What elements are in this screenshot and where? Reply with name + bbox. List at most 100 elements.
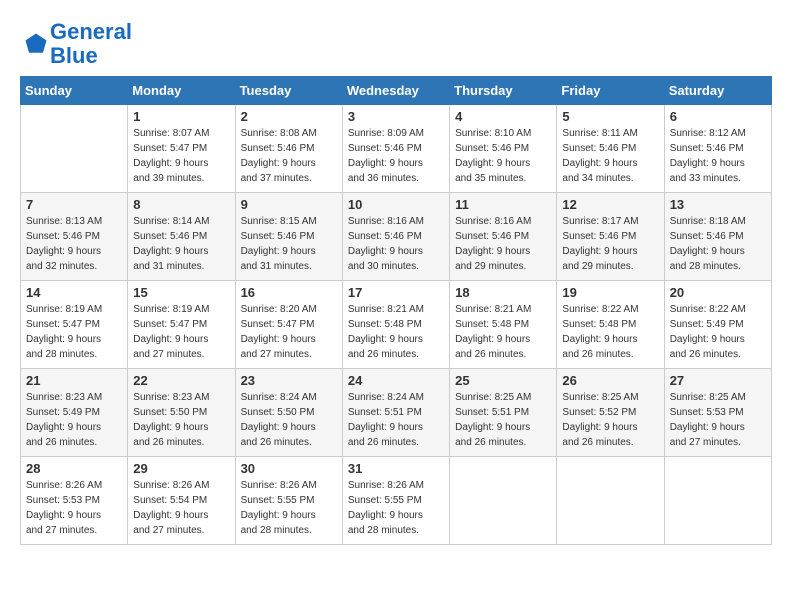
day-info: Sunrise: 8:26 AM Sunset: 5:53 PM Dayligh…: [26, 478, 122, 538]
day-info: Sunrise: 8:20 AM Sunset: 5:47 PM Dayligh…: [241, 302, 337, 362]
day-info: Sunrise: 8:15 AM Sunset: 5:46 PM Dayligh…: [241, 214, 337, 274]
day-info: Sunrise: 8:19 AM Sunset: 5:47 PM Dayligh…: [26, 302, 122, 362]
day-info: Sunrise: 8:26 AM Sunset: 5:54 PM Dayligh…: [133, 478, 229, 538]
calendar-cell: 17Sunrise: 8:21 AM Sunset: 5:48 PM Dayli…: [342, 281, 449, 369]
calendar-cell: 31 Sunrise: 8:26 AM Sunset: 5:55 PM Dayli…: [342, 457, 449, 545]
calendar-cell: 14Sunrise: 8:19 AM Sunset: 5:47 PM Dayli…: [21, 281, 128, 369]
weekday-header-saturday: Saturday: [664, 77, 771, 105]
calendar-cell: 12 Sunrise: 8:17 AM Sunset: 5:46 PM Dayli…: [557, 193, 664, 281]
day-number: 13: [670, 197, 766, 212]
calendar-cell: 3 Sunrise: 8:09 AM Sunset: 5:46 PM Daylig…: [342, 105, 449, 193]
calendar-cell: 29 Sunrise: 8:26 AM Sunset: 5:54 PM Dayli…: [128, 457, 235, 545]
day-number: 19: [562, 285, 658, 300]
weekday-header-tuesday: Tuesday: [235, 77, 342, 105]
day-number: 30: [241, 461, 337, 476]
day-number: 12: [562, 197, 658, 212]
day-number: 16: [241, 285, 337, 300]
day-info: Sunrise: 8:24 AM Sunset: 5:50 PM Dayligh…: [241, 390, 337, 450]
day-number: 22: [133, 373, 229, 388]
day-info: Sunrise: 8:07 AM Sunset: 5:47 PM Dayligh…: [133, 126, 229, 186]
day-number: 5: [562, 109, 658, 124]
calendar-table: SundayMondayTuesdayWednesdayThursdayFrid…: [20, 76, 772, 545]
calendar-cell: 9 Sunrise: 8:15 AM Sunset: 5:46 PM Daylig…: [235, 193, 342, 281]
weekday-header-thursday: Thursday: [450, 77, 557, 105]
day-info: Sunrise: 8:24 AM Sunset: 5:51 PM Dayligh…: [348, 390, 444, 450]
calendar-cell: [664, 457, 771, 545]
day-info: Sunrise: 8:25 AM Sunset: 5:52 PM Dayligh…: [562, 390, 658, 450]
day-info: Sunrise: 8:19 AM Sunset: 5:47 PM Dayligh…: [133, 302, 229, 362]
day-number: 7: [26, 197, 122, 212]
calendar-week-row: 14Sunrise: 8:19 AM Sunset: 5:47 PM Dayli…: [21, 281, 772, 369]
day-info: Sunrise: 8:26 AM Sunset: 5:55 PM Dayligh…: [348, 478, 444, 538]
day-number: 21: [26, 373, 122, 388]
calendar-cell: [557, 457, 664, 545]
weekday-header-monday: Monday: [128, 77, 235, 105]
day-info: Sunrise: 8:16 AM Sunset: 5:46 PM Dayligh…: [455, 214, 551, 274]
logo-text: General Blue: [50, 20, 132, 68]
day-info: Sunrise: 8:25 AM Sunset: 5:51 PM Dayligh…: [455, 390, 551, 450]
day-info: Sunrise: 8:23 AM Sunset: 5:49 PM Dayligh…: [26, 390, 122, 450]
day-number: 4: [455, 109, 551, 124]
calendar-cell: 22 Sunrise: 8:23 AM Sunset: 5:50 PM Dayli…: [128, 369, 235, 457]
logo-blue: Blue: [50, 43, 98, 68]
calendar-cell: 8 Sunrise: 8:14 AM Sunset: 5:46 PM Daylig…: [128, 193, 235, 281]
weekday-header-row: SundayMondayTuesdayWednesdayThursdayFrid…: [21, 77, 772, 105]
day-number: 10: [348, 197, 444, 212]
day-number: 3: [348, 109, 444, 124]
calendar-week-row: 7 Sunrise: 8:13 AM Sunset: 5:46 PM Daylig…: [21, 193, 772, 281]
calendar-cell: 18Sunrise: 8:21 AM Sunset: 5:48 PM Dayli…: [450, 281, 557, 369]
calendar-week-row: 21 Sunrise: 8:23 AM Sunset: 5:49 PM Dayli…: [21, 369, 772, 457]
day-number: 11: [455, 197, 551, 212]
calendar-cell: 26 Sunrise: 8:25 AM Sunset: 5:52 PM Dayli…: [557, 369, 664, 457]
day-number: 18: [455, 285, 551, 300]
day-number: 9: [241, 197, 337, 212]
weekday-header-sunday: Sunday: [21, 77, 128, 105]
calendar-cell: 11 Sunrise: 8:16 AM Sunset: 5:46 PM Dayli…: [450, 193, 557, 281]
weekday-header-friday: Friday: [557, 77, 664, 105]
day-info: Sunrise: 8:23 AM Sunset: 5:50 PM Dayligh…: [133, 390, 229, 450]
day-number: 31: [348, 461, 444, 476]
day-info: Sunrise: 8:17 AM Sunset: 5:46 PM Dayligh…: [562, 214, 658, 274]
day-number: 20: [670, 285, 766, 300]
calendar-week-row: 28 Sunrise: 8:26 AM Sunset: 5:53 PM Dayli…: [21, 457, 772, 545]
calendar-week-row: 1Sunrise: 8:07 AM Sunset: 5:47 PM Daylig…: [21, 105, 772, 193]
day-info: Sunrise: 8:14 AM Sunset: 5:46 PM Dayligh…: [133, 214, 229, 274]
day-number: 23: [241, 373, 337, 388]
calendar-cell: 20 Sunrise: 8:22 AM Sunset: 5:49 PM Dayli…: [664, 281, 771, 369]
day-number: 29: [133, 461, 229, 476]
day-number: 2: [241, 109, 337, 124]
day-info: Sunrise: 8:08 AM Sunset: 5:46 PM Dayligh…: [241, 126, 337, 186]
calendar-cell: 16 Sunrise: 8:20 AM Sunset: 5:47 PM Dayli…: [235, 281, 342, 369]
weekday-header-wednesday: Wednesday: [342, 77, 449, 105]
calendar-cell: 13Sunrise: 8:18 AM Sunset: 5:46 PM Dayli…: [664, 193, 771, 281]
day-number: 8: [133, 197, 229, 212]
day-info: Sunrise: 8:22 AM Sunset: 5:49 PM Dayligh…: [670, 302, 766, 362]
day-info: Sunrise: 8:13 AM Sunset: 5:46 PM Dayligh…: [26, 214, 122, 274]
calendar-cell: 2 Sunrise: 8:08 AM Sunset: 5:46 PM Daylig…: [235, 105, 342, 193]
day-info: Sunrise: 8:12 AM Sunset: 5:46 PM Dayligh…: [670, 126, 766, 186]
day-info: Sunrise: 8:26 AM Sunset: 5:55 PM Dayligh…: [241, 478, 337, 538]
calendar-cell: 19 Sunrise: 8:22 AM Sunset: 5:48 PM Dayli…: [557, 281, 664, 369]
day-info: Sunrise: 8:09 AM Sunset: 5:46 PM Dayligh…: [348, 126, 444, 186]
day-info: Sunrise: 8:10 AM Sunset: 5:46 PM Dayligh…: [455, 126, 551, 186]
day-number: 6: [670, 109, 766, 124]
logo: General Blue: [20, 20, 132, 68]
header: General Blue: [20, 16, 772, 68]
calendar-cell: 23 Sunrise: 8:24 AM Sunset: 5:50 PM Dayli…: [235, 369, 342, 457]
day-info: Sunrise: 8:22 AM Sunset: 5:48 PM Dayligh…: [562, 302, 658, 362]
day-info: Sunrise: 8:16 AM Sunset: 5:46 PM Dayligh…: [348, 214, 444, 274]
logo-icon: [22, 30, 50, 58]
logo-general: General: [50, 19, 132, 44]
calendar-cell: 24 Sunrise: 8:24 AM Sunset: 5:51 PM Dayli…: [342, 369, 449, 457]
calendar-cell: 10 Sunrise: 8:16 AM Sunset: 5:46 PM Dayli…: [342, 193, 449, 281]
calendar-cell: 21 Sunrise: 8:23 AM Sunset: 5:49 PM Dayli…: [21, 369, 128, 457]
calendar-cell: [450, 457, 557, 545]
day-number: 26: [562, 373, 658, 388]
calendar-cell: 28 Sunrise: 8:26 AM Sunset: 5:53 PM Dayli…: [21, 457, 128, 545]
calendar-cell: 5Sunrise: 8:11 AM Sunset: 5:46 PM Daylig…: [557, 105, 664, 193]
day-number: 28: [26, 461, 122, 476]
page-container: General Blue SundayMondayTuesdayWednesda…: [0, 0, 792, 555]
day-number: 24: [348, 373, 444, 388]
calendar-cell: 30 Sunrise: 8:26 AM Sunset: 5:55 PM Dayli…: [235, 457, 342, 545]
day-number: 27: [670, 373, 766, 388]
